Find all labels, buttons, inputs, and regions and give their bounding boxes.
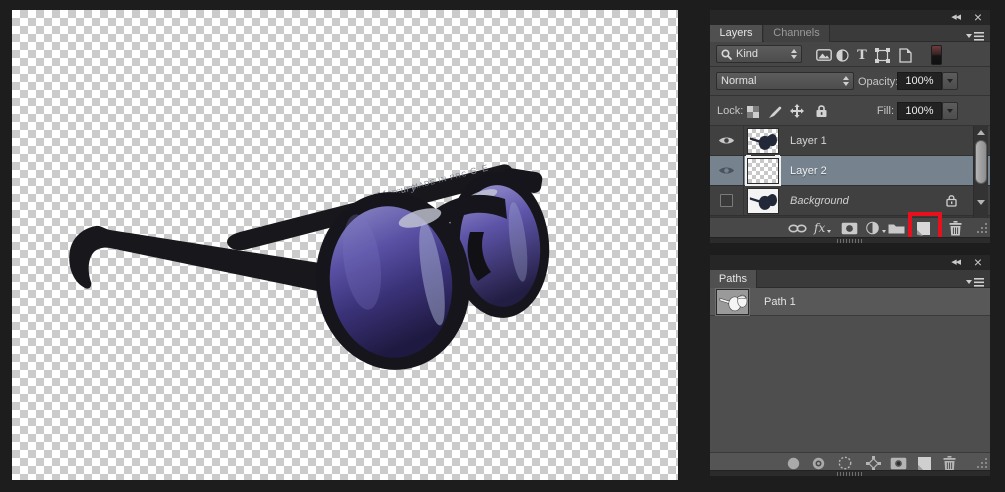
panel-resize-grip[interactable] <box>976 455 988 471</box>
visibility-toggle[interactable] <box>710 156 744 185</box>
panel-resize-grip[interactable] <box>976 220 988 236</box>
add-layer-mask-icon[interactable] <box>841 220 858 236</box>
layers-tab-bar: Layers Channels <box>710 25 990 42</box>
tab-layers-label: Layers <box>719 27 752 39</box>
lock-all-icon[interactable] <box>812 102 830 120</box>
stroke-path-icon[interactable] <box>812 455 825 471</box>
background-lock-icon <box>946 194 957 212</box>
panel-bottom-grip[interactable] <box>710 237 990 243</box>
collapse-panels-icon[interactable]: ◀◀ <box>951 258 960 266</box>
dropdown-spinner-icon <box>791 49 797 59</box>
lock-label: Lock: <box>717 105 743 117</box>
scroll-up-button[interactable] <box>974 126 988 139</box>
opacity-label: Opacity: <box>858 76 894 88</box>
layer-filter-row: Kind T <box>710 42 990 67</box>
blend-mode-dropdown[interactable]: Normal <box>716 72 854 90</box>
shape-layer-filter-icon[interactable] <box>873 46 891 64</box>
layer-filter-switch[interactable] <box>931 45 942 65</box>
layer-row-layer1[interactable]: Layer 1 <box>710 126 990 156</box>
collapse-panels-icon[interactable]: ◀◀ <box>951 13 960 21</box>
close-panel-icon[interactable]: × <box>974 9 982 25</box>
load-path-as-selection-icon[interactable] <box>838 455 852 471</box>
layer-thumbnail[interactable] <box>747 188 779 214</box>
lock-position-icon[interactable] <box>788 102 806 120</box>
layer-styles-button[interactable]: fx <box>814 220 831 236</box>
delete-layer-icon[interactable] <box>949 220 962 236</box>
layer-list: Layer 1 Layer 2 <box>710 126 990 217</box>
layer-row-background[interactable]: Background <box>710 186 990 216</box>
visibility-toggle[interactable] <box>710 126 744 155</box>
layer-name[interactable]: Layer 2 <box>790 165 827 177</box>
tab-channels[interactable]: Channels <box>764 25 830 42</box>
adjustment-layer-filter-icon[interactable] <box>833 46 851 64</box>
eye-icon <box>719 166 734 175</box>
make-work-path-icon[interactable] <box>866 455 881 471</box>
document-canvas[interactable]: Mercury MADE IN PRC C E <box>12 10 678 480</box>
lock-transparent-pixels-icon[interactable] <box>744 103 762 121</box>
new-group-icon[interactable] <box>888 220 905 236</box>
scrollbar-thumb[interactable] <box>975 140 987 184</box>
fill-dropdown-arrow[interactable] <box>942 102 958 120</box>
tab-layers[interactable]: Layers <box>710 25 763 42</box>
add-mask-icon[interactable] <box>890 455 907 471</box>
layers-panel-header: ◀◀ × <box>710 10 990 25</box>
delete-path-icon[interactable] <box>943 455 956 471</box>
sunglasses-image: Mercury MADE IN PRC C E <box>12 10 678 480</box>
hidden-eye-checkbox <box>720 194 733 207</box>
new-adjustment-layer-icon[interactable] <box>866 220 886 236</box>
lock-image-pixels-icon[interactable] <box>766 103 784 121</box>
opacity-dropdown-arrow[interactable] <box>942 72 958 90</box>
adjustment-dropdown-arrow <box>882 230 886 233</box>
smart-object-filter-icon[interactable] <box>896 46 914 64</box>
path-row-path1[interactable]: Path 1 <box>710 288 990 316</box>
tab-paths[interactable]: Paths <box>710 270 757 288</box>
scroll-down-button[interactable] <box>974 196 988 209</box>
paths-panel-header: ◀◀ × <box>710 255 990 270</box>
fill-value[interactable]: 100% <box>897 102 942 120</box>
filter-kind-value: Kind <box>736 48 785 60</box>
fill-path-icon[interactable] <box>787 455 800 471</box>
paths-tab-bar: Paths <box>710 270 990 288</box>
link-layers-icon[interactable] <box>788 220 807 236</box>
panel-bottom-grip[interactable] <box>710 470 990 476</box>
blend-mode-row: Normal Opacity: 100% <box>710 67 990 96</box>
layers-panel: ◀◀ × Layers Channels Kind <box>710 10 990 243</box>
new-path-icon[interactable] <box>917 455 932 471</box>
layer-row-layer2-selected[interactable]: Layer 2 <box>710 156 990 186</box>
fill-label: Fill: <box>858 105 894 117</box>
layer-list-scrollbar[interactable] <box>973 126 988 217</box>
new-layer-icon[interactable] <box>916 220 931 236</box>
layers-toolbar: fx <box>710 217 990 237</box>
visibility-toggle-off[interactable] <box>710 186 744 215</box>
layer-name[interactable]: Layer 1 <box>790 135 827 147</box>
layer-name[interactable]: Background <box>790 195 849 207</box>
filter-kind-dropdown[interactable]: Kind <box>716 45 802 63</box>
blend-mode-value: Normal <box>721 75 837 87</box>
path-name[interactable]: Path 1 <box>764 296 796 308</box>
search-icon <box>721 49 732 60</box>
lock-row: Lock: Fill: 100% <box>710 96 990 126</box>
close-panel-icon[interactable]: × <box>974 254 982 270</box>
layer-thumbnail-selected[interactable] <box>747 158 779 184</box>
tab-channels-label: Channels <box>773 27 819 39</box>
photoshop-workspace: Mercury MADE IN PRC C E <box>0 0 1005 492</box>
paths-empty-area <box>710 316 990 452</box>
eye-icon <box>719 136 734 145</box>
type-layer-filter-icon[interactable]: T <box>853 46 871 64</box>
opacity-value[interactable]: 100% <box>897 72 942 90</box>
layer-thumbnail[interactable] <box>747 128 779 154</box>
pixel-layer-filter-icon[interactable] <box>815 46 833 64</box>
path-thumbnail[interactable] <box>716 289 749 315</box>
paths-panel: ◀◀ × Paths Path 1 <box>710 255 990 476</box>
tab-paths-label: Paths <box>719 273 747 285</box>
paths-toolbar <box>710 452 990 470</box>
dropdown-spinner-icon <box>843 76 849 86</box>
fx-dropdown-arrow <box>827 230 831 233</box>
